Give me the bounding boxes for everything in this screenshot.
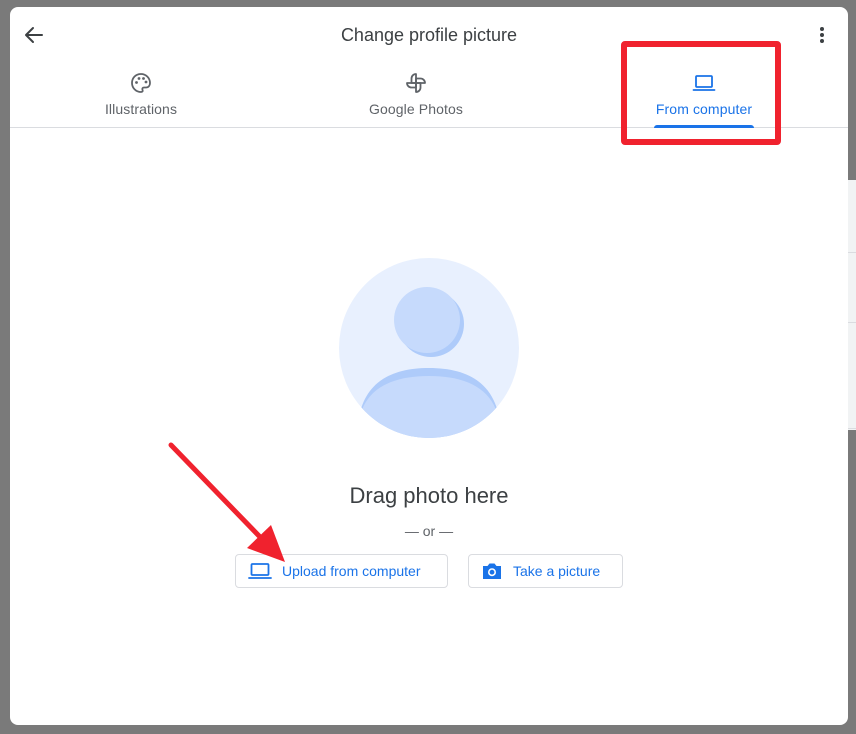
background-divider bbox=[848, 322, 856, 323]
more-vert-icon bbox=[820, 27, 824, 43]
person-silhouette-icon bbox=[357, 287, 501, 438]
tab-google-photos[interactable]: Google Photos bbox=[356, 67, 476, 127]
more-options-button[interactable] bbox=[810, 23, 834, 47]
active-tab-indicator bbox=[654, 125, 754, 128]
tab-illustrations[interactable]: Illustrations bbox=[81, 67, 201, 127]
or-separator: — or — bbox=[404, 523, 454, 539]
palette-icon bbox=[130, 71, 152, 95]
tab-label: From computer bbox=[655, 101, 753, 117]
upload-from-computer-button[interactable]: Upload from computer bbox=[235, 554, 448, 588]
take-picture-label: Take a picture bbox=[513, 563, 601, 579]
take-a-picture-button[interactable]: Take a picture bbox=[468, 554, 623, 588]
dialog-title: Change profile picture bbox=[340, 25, 518, 45]
dialog-header: Change profile picture bbox=[10, 7, 848, 63]
tab-label: Illustrations bbox=[104, 101, 178, 117]
source-tabs: Illustrations Google Photos From compute… bbox=[10, 67, 848, 128]
laptop-icon bbox=[248, 562, 272, 580]
avatar-placeholder bbox=[339, 258, 519, 438]
pinwheel-icon bbox=[404, 71, 428, 95]
tab-from-computer[interactable]: From computer bbox=[644, 67, 764, 128]
drag-photo-heading: Drag photo here bbox=[349, 483, 509, 508]
background-divider bbox=[848, 428, 856, 429]
camera-icon bbox=[481, 561, 503, 581]
background-divider bbox=[848, 252, 856, 253]
change-profile-picture-dialog: Change profile picture Illustrations Goo… bbox=[10, 7, 848, 725]
laptop-icon bbox=[692, 71, 716, 95]
tab-label: Google Photos bbox=[369, 101, 463, 117]
upload-button-label: Upload from computer bbox=[282, 563, 421, 579]
background-page-strip bbox=[848, 180, 856, 430]
